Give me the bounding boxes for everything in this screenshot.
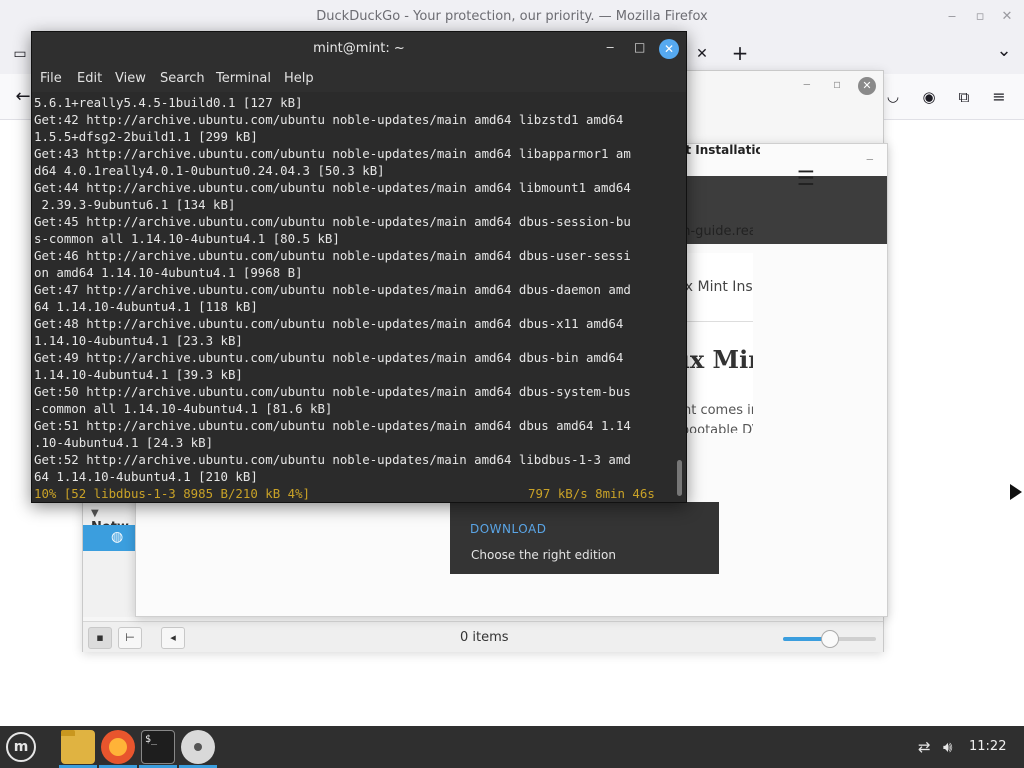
- sidebar-item-network[interactable]: ◍: [83, 525, 135, 551]
- mouse-cursor: [1010, 484, 1022, 500]
- chevron-down-icon: ▼: [91, 508, 99, 519]
- terminal-line: Get:49 http://archive.ubuntu.com/ubuntu …: [34, 350, 624, 365]
- guide-minimize-button[interactable]: ‒: [866, 152, 874, 166]
- folder-tab: [61, 730, 75, 736]
- files-app-icon[interactable]: [61, 730, 95, 764]
- file-manager-sidebar: ▼ Netw ◍: [83, 497, 135, 617]
- hamburger-menu-icon[interactable]: ☰: [797, 166, 817, 190]
- menu-file[interactable]: File: [40, 71, 62, 86]
- toggle-sidebar-button[interactable]: ◂: [161, 627, 185, 649]
- file-manager-close-button[interactable]: ✕: [858, 77, 876, 95]
- terminal-line: d64 4.0.1really4.0.1-0ubuntu0.24.04.3 [5…: [34, 163, 385, 178]
- terminal-line: Get:44 http://archive.ubuntu.com/ubuntu …: [34, 180, 631, 195]
- terminal-line: .10-4ubuntu4.1 [24.3 kB]: [34, 435, 214, 450]
- guide-side-panel: DOWNLOAD Choose the right edition: [450, 502, 719, 574]
- file-manager-minimize-button[interactable]: ‒: [803, 77, 811, 91]
- firefox-tab-close-button[interactable]: ✕: [691, 43, 713, 65]
- firefox-flame: [109, 738, 127, 756]
- choose-edition-link[interactable]: Choose the right edition: [471, 548, 616, 562]
- menu-icon[interactable]: ≡: [988, 86, 1010, 108]
- terminal-app-icon[interactable]: $_: [141, 730, 175, 764]
- clock[interactable]: 11:22: [969, 739, 1006, 754]
- disc-hole: [194, 743, 202, 751]
- firefox-view-icon[interactable]: ▭: [9, 43, 31, 65]
- firefox-tab-list-button[interactable]: ⌄: [993, 40, 1015, 62]
- item-count: 0 items: [460, 630, 509, 645]
- terminal-line: -common all 1.14.10-4ubuntu4.1 [81.6 kB]: [34, 401, 333, 416]
- taskbar: m $_ ⇄ 🔊︎ 11:22: [0, 726, 1024, 768]
- zoom-slider-handle[interactable]: [820, 630, 839, 648]
- terminal-line: 1.5.5+dfsg2-2build1.1 [299 kB]: [34, 129, 258, 144]
- menu-terminal[interactable]: Terminal: [216, 71, 271, 86]
- firefox-window-title: DuckDuckGo - Your protection, our priori…: [316, 9, 708, 24]
- firefox-maximize-button[interactable]: ▫: [971, 8, 989, 26]
- terminal-line: Get:42 http://archive.ubuntu.com/ubuntu …: [34, 112, 624, 127]
- terminal-close-button[interactable]: ✕: [659, 39, 679, 59]
- firefox-minimize-button[interactable]: ‒: [943, 8, 961, 26]
- menu-edit[interactable]: Edit: [77, 71, 102, 86]
- terminal-window: mint@mint: ~ ‒ □ ✕ File Edit View Search…: [31, 31, 687, 503]
- terminal-download-rate: 797 kB/s 8min 46s: [528, 486, 655, 501]
- globe-icon: ◍: [111, 529, 124, 545]
- show-places-button[interactable]: ▪: [88, 627, 112, 649]
- zoom-slider[interactable]: [783, 630, 876, 648]
- firefox-app-icon[interactable]: [101, 730, 135, 764]
- terminal-scrollbar[interactable]: [677, 460, 682, 496]
- terminal-line: 1.14.10-4ubuntu4.1 [23.3 kB]: [34, 333, 243, 348]
- firefox-close-button[interactable]: ✕: [998, 8, 1016, 26]
- terminal-line: 5.6.1+really5.4.5-1build0.1 [127 kB]: [34, 95, 303, 110]
- terminal-output[interactable]: 5.6.1+really5.4.5-1build0.1 [127 kB] Get…: [32, 92, 686, 502]
- terminal-menubar: File Edit View Search Terminal Help: [32, 66, 686, 92]
- terminal-line: Get:43 http://archive.ubuntu.com/ubuntu …: [34, 146, 631, 161]
- show-treeview-button[interactable]: ⊢: [118, 627, 142, 649]
- terminal-line: Get:48 http://archive.ubuntu.com/ubuntu …: [34, 316, 624, 331]
- terminal-line: Get:45 http://archive.ubuntu.com/ubuntu …: [34, 214, 631, 229]
- firefox-titlebar: DuckDuckGo - Your protection, our priori…: [0, 0, 1024, 34]
- terminal-minimize-button[interactable]: ‒: [606, 40, 614, 55]
- terminal-maximize-button[interactable]: □: [634, 40, 645, 54]
- terminal-line: 64 1.14.10-4ubuntu4.1 [210 kB]: [34, 469, 258, 484]
- disc-app-icon[interactable]: [181, 730, 215, 764]
- menu-help[interactable]: Help: [284, 71, 314, 86]
- terminal-line: 64 1.14.10-4ubuntu4.1 [118 kB]: [34, 299, 258, 314]
- terminal-line: s-common all 1.14.10-4ubuntu4.1 [80.5 kB…: [34, 231, 340, 246]
- terminal-line: on amd64 1.14.10-4ubuntu4.1 [9968 B]: [34, 265, 303, 280]
- terminal-line: Get:52 http://archive.ubuntu.com/ubuntu …: [34, 452, 631, 467]
- file-manager-maximize-button[interactable]: ▫: [833, 77, 841, 91]
- extensions-icon[interactable]: ⧉: [953, 86, 975, 108]
- terminal-line: Get:50 http://archive.ubuntu.com/ubuntu …: [34, 384, 631, 399]
- terminal-line: 2.39.3-9ubuntu6.1 [134 kB]: [34, 197, 236, 212]
- file-manager-statusbar: ▪ ⊢ ◂ 0 items: [83, 621, 883, 652]
- volume-icon[interactable]: 🔊︎: [943, 738, 952, 756]
- terminal-progress-line: 10% [52 libdbus-1-3 8985 B/210 kB 4%]: [34, 486, 311, 501]
- download-section-label[interactable]: DOWNLOAD: [470, 522, 546, 536]
- menu-search[interactable]: Search: [160, 71, 205, 86]
- terminal-line: Get:46 http://archive.ubuntu.com/ubuntu …: [34, 248, 631, 263]
- network-icon[interactable]: ⇄: [918, 738, 931, 756]
- firefox-new-tab-button[interactable]: +: [729, 42, 751, 64]
- terminal-titlebar[interactable]: mint@mint: ~ ‒ □ ✕: [32, 32, 686, 66]
- terminal-line: 1.14.10-4ubuntu4.1 [39.3 kB]: [34, 367, 243, 382]
- terminal-line: Get:47 http://archive.ubuntu.com/ubuntu …: [34, 282, 631, 297]
- terminal-line: Get:51 http://archive.ubuntu.com/ubuntu …: [34, 418, 631, 433]
- mint-menu-button[interactable]: m: [6, 732, 36, 762]
- account-icon[interactable]: ◉: [918, 86, 940, 108]
- menu-view[interactable]: View: [115, 71, 146, 86]
- pocket-icon[interactable]: ◡: [882, 86, 904, 108]
- terminal-title: mint@mint: ~: [313, 41, 405, 56]
